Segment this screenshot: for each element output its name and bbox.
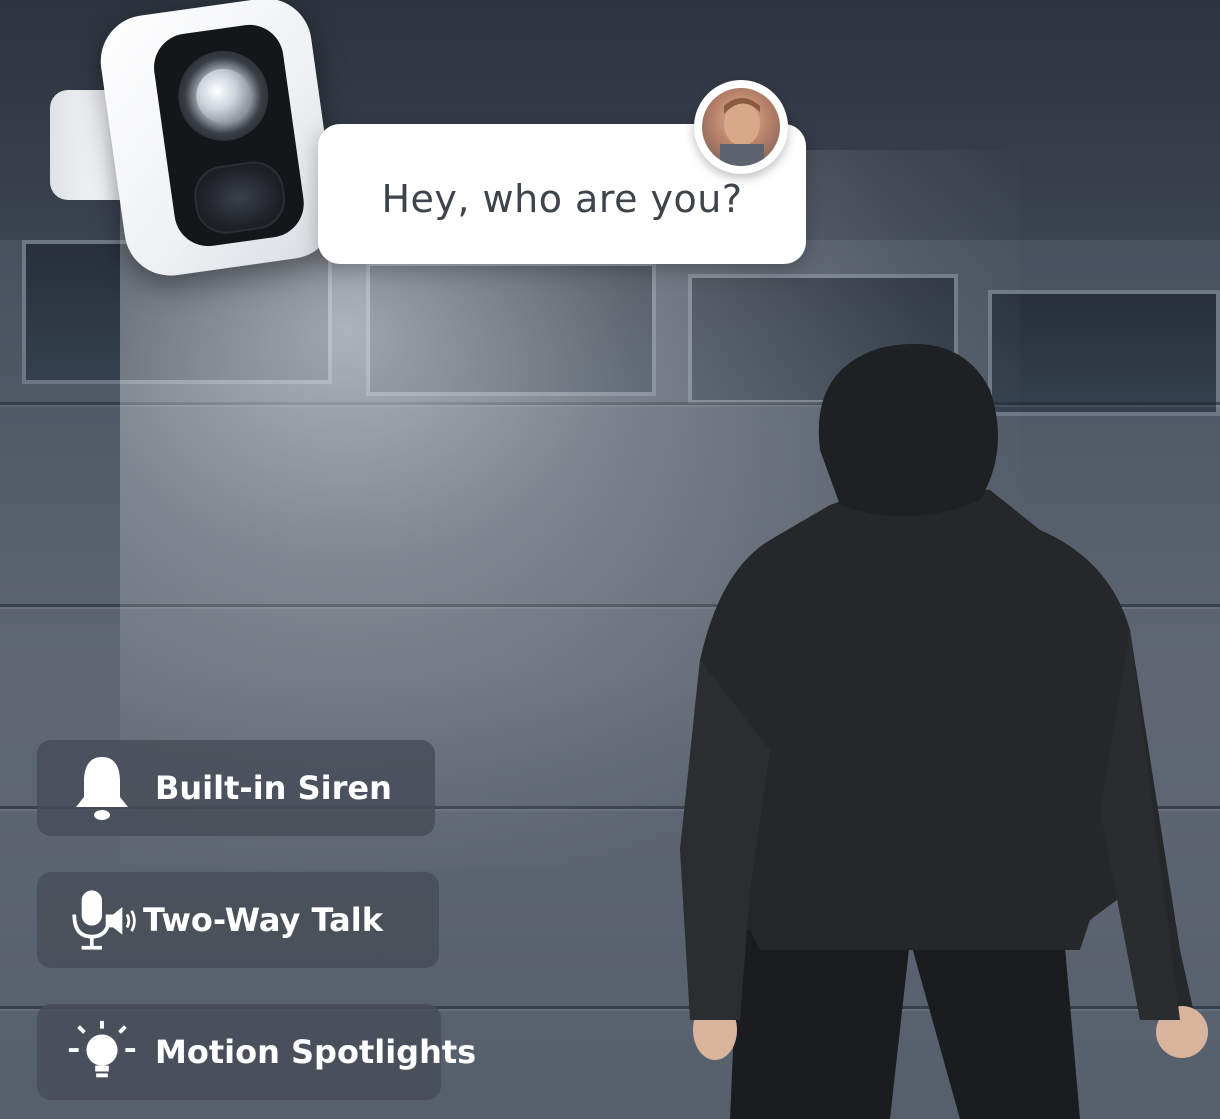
feature-label: Built-in Siren — [155, 769, 392, 807]
microphone-speaker-icon — [65, 883, 139, 957]
camera-face — [149, 20, 309, 251]
motion-sensor — [190, 157, 289, 238]
feature-label: Motion Spotlights — [155, 1033, 477, 1071]
lightbulb-icon — [65, 1015, 139, 1089]
bell-icon — [65, 751, 139, 825]
feature-label: Two-Way Talk — [143, 901, 384, 939]
feature-built-in-siren: Built-in Siren — [37, 740, 435, 836]
scene: Hey, who are you? Built-in Siren Two-Way… — [0, 0, 1220, 1119]
feature-motion-spotlights: Motion Spotlights — [37, 1004, 476, 1100]
garage-window-2 — [366, 262, 656, 396]
speech-text: Hey, who are you? — [381, 177, 743, 221]
avatar — [694, 80, 788, 174]
hooded-person — [660, 330, 1220, 1119]
feature-two-way-talk: Two-Way Talk — [37, 872, 439, 968]
security-camera — [94, 0, 342, 282]
avatar-photo — [702, 88, 780, 166]
